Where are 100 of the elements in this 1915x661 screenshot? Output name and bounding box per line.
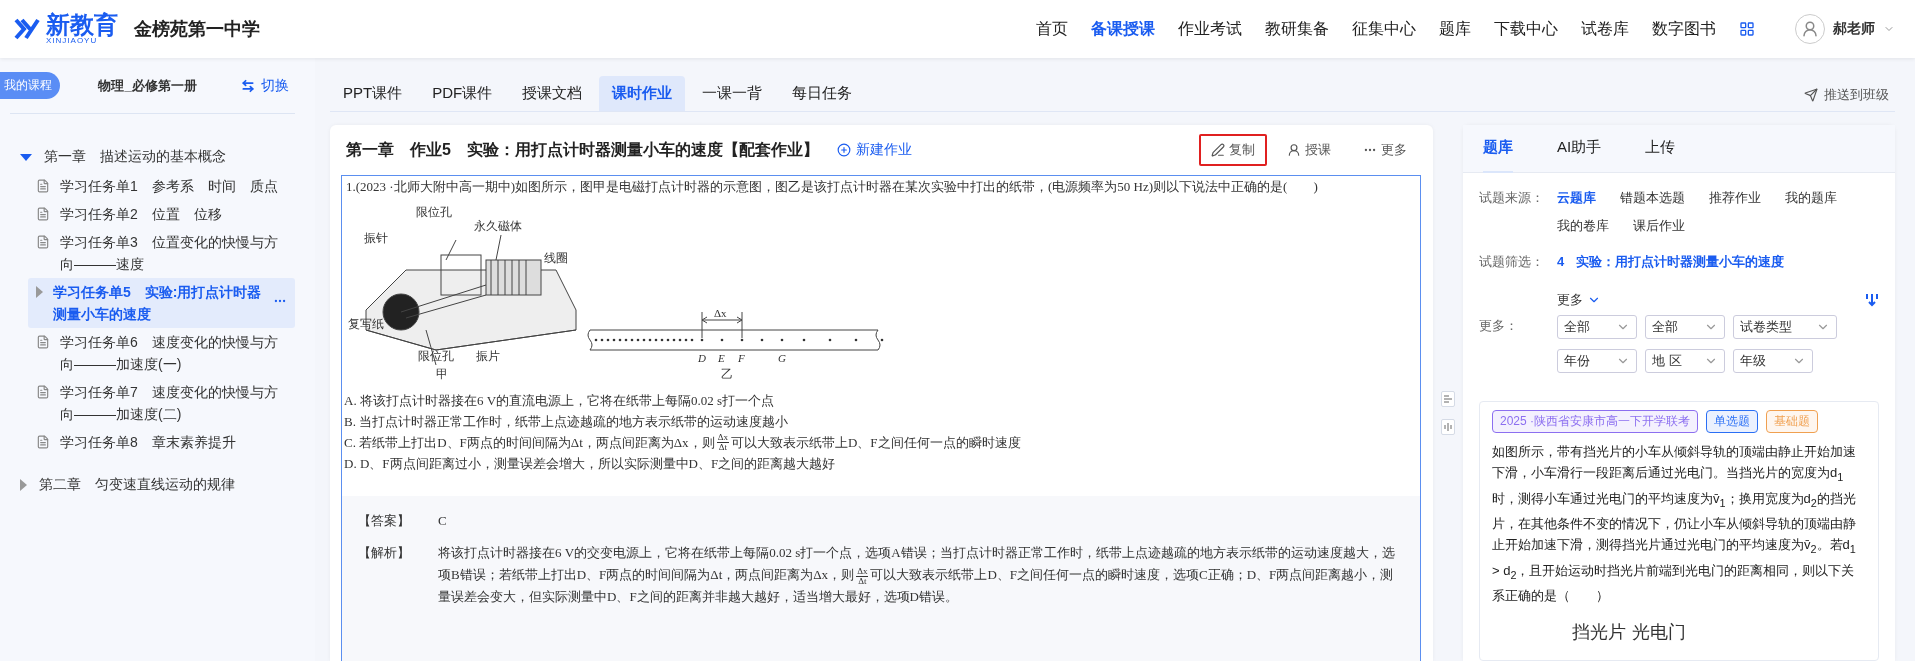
filter-label: 试题筛选： [1479,253,1545,271]
tab[interactable]: PPT课件 [330,76,416,111]
lesson-item[interactable]: 学习任务单6 速度变化的快慢与方向———加速度(一) [28,328,295,378]
filter-dropdown[interactable]: 全部 [1557,315,1637,339]
more-toggle[interactable]: 更多 [1557,291,1601,309]
tab[interactable]: 授课文档 [509,76,596,111]
school-name: 金榜苑第一中学 [134,18,260,41]
question-text: 如图所示，带有挡光片的小车从倾斜导轨的顶端由静止开始加速下滑，小车滑行一段距离后通过光电门。当挡光片的宽度为d$_{1}$时，测得小车通过光电门的平均速度为v̄$_{1}$；换用宽度为d$_{2}$的挡光片，在其他条件不变的情况下，仍让小车从倾斜导轨的顶端由静止开始加速下滑，测得挡光片通过光电门的平均速度为v̄$_{2}$。若d$_{1}$ > d$_{2}$，且开始运动时挡光片前端到光电门的距离相同，则以下关系正确的是（ ） [1492,443,1857,606]
lesson-item[interactable]: 学习任务单7 速度变化的快慢与方向———加速度(二) [28,378,295,428]
filter-dropdown[interactable]: 年级 [1733,349,1813,373]
document-icon [36,235,50,249]
filter-value: 实验：用打点计时器测量小车的速度 [1576,254,1785,269]
figure-label: 复写纸 [348,317,384,331]
document-icon [36,385,50,399]
figure-label: 振片 [476,349,500,363]
course-badge: 我的课程 [0,72,60,99]
chapter-item[interactable]: 第二章 匀变速直线运动的规律 [20,476,295,494]
panel-tab[interactable]: 上传 [1645,124,1676,173]
sort-icon[interactable] [1865,293,1879,307]
tab[interactable]: 一课一背 [689,76,776,111]
filter-dropdown[interactable]: 地 区 [1645,349,1725,373]
nav-link[interactable]: 首页 [1036,18,1068,40]
logo-icon [14,17,40,41]
apps-icon[interactable] [1739,21,1755,37]
source-option[interactable]: 我的卷库 [1557,215,1609,237]
tab[interactable]: PDF课件 [419,76,506,111]
nav-link[interactable]: 题库 [1439,18,1471,40]
swap-icon [241,78,255,93]
lesson-item[interactable]: 学习任务单1 参考系 时间 质点 [28,172,295,200]
user-name[interactable]: 郝老师 [1833,20,1875,38]
answer-option: A. 将该打点计时器接在6 V的直流电源上，它将在纸带上每隔0.02 s打一个点 [344,390,1420,411]
action-button[interactable]: 更多 [1351,134,1419,166]
chapter-item[interactable]: 第一章 描述运动的基本概念 [20,148,295,166]
switch-button[interactable]: 切换 [235,75,295,96]
person-icon [1287,143,1301,157]
brand-name: 新教育 [46,13,118,37]
send-icon [1804,88,1818,102]
point-label: F [738,352,745,364]
push-button[interactable]: 推送到班级 [1798,85,1895,105]
source-option[interactable]: 课后作业 [1633,215,1685,237]
caret-icon [36,286,43,298]
source-option[interactable]: 我的题库 [1785,187,1837,209]
answer-option: B. 当打点计时器正常工作时，纸带上点迹越疏的地方表示纸带的运动速度越小 [344,411,1420,432]
question-tag: 单选题 [1706,410,1759,433]
source-label: 试题来源： [1479,189,1545,207]
lesson-item[interactable]: 学习任务单8 章末素养提升 [28,428,295,456]
lesson-item[interactable]: 学习任务单3 位置变化的快慢与方向———速度 [28,228,295,278]
outline-toggle[interactable] [1441,391,1455,407]
new-assignment-button[interactable]: 新建作业 [830,140,918,160]
source-option[interactable]: 云题库 [1557,187,1596,209]
source-option[interactable]: 推荐作业 [1709,187,1761,209]
lesson-item[interactable]: 学习任务单2 位置 位移 [28,200,295,228]
plus-circle-icon [836,143,851,157]
answer-option: D. D、F两点间距离过小，测量误差会增大，所以实际测量中D、F之间的距离越大越好 [344,453,1420,474]
nav-link[interactable]: 下载中心 [1494,18,1558,40]
source-option[interactable]: 错题本选题 [1620,187,1685,209]
figure-label: 限位孔 [416,205,452,219]
action-button[interactable]: 复制 [1199,134,1267,166]
course-name: 物理_必修第一册 [98,76,197,95]
more-label: 更多： [1479,317,1519,335]
brand-subtitle: XINJIAOYU [46,37,98,45]
tab[interactable]: 课时作业 [599,76,686,111]
figure-caption: 乙 [721,367,733,380]
document-icon [36,435,50,449]
figure-label: 线圈 [544,251,568,265]
panel-tab[interactable]: 题库 [1483,124,1513,173]
span-label: Δx [714,310,727,319]
point-label: G [778,352,786,364]
figure-caption: 甲 [436,367,448,380]
answer-text: C [438,512,448,530]
filter-dropdown[interactable]: 年份 [1557,349,1637,373]
lesson-item[interactable]: 学习任务单5 实验:用打点计时器测量小车的速度 [28,278,295,328]
split-toggle[interactable] [1441,419,1455,435]
bars-icon [1444,423,1452,431]
nav-link[interactable]: 试卷库 [1581,18,1629,40]
pen-icon [1211,143,1225,157]
question-tag: 2025 ·陕西省安康市高一下开学联考 [1492,410,1699,433]
document-icon [36,179,50,193]
tab[interactable]: 每日任务 [779,76,866,111]
filter-dropdown[interactable]: 试卷类型 [1733,315,1837,339]
figure-label: 限位孔 [418,349,454,363]
person-icon [1801,20,1819,38]
figure-label: 挡光片 [1572,621,1626,645]
panel-tab[interactable]: AI助手 [1557,124,1602,173]
assignment-title: 第一章 作业5 实验：用打点计时器测量小车的速度【配套作业】 [346,139,819,160]
nav-link[interactable]: 作业考试 [1178,18,1242,40]
list-icon [1444,395,1452,403]
nav-link[interactable]: 备课授课 [1091,18,1155,40]
nav-link[interactable]: 教研集备 [1265,18,1329,40]
question-stem: 1.(2023 ·北师大附中高一期中)如图所示，图甲是电磁打点计时器的示意图，图乙是该打点计时器在某次实验中打出的纸带，(电源频率为50 Hz)则以下说法中正确的是( ) [346,178,1319,196]
action-button[interactable]: 授课 [1275,134,1343,166]
figure-label: 振针 [364,231,388,245]
document-icon [36,207,50,221]
figure-label: 永久磁体 [474,219,522,233]
nav-link[interactable]: 征集中心 [1352,18,1416,40]
point-label: E [718,352,725,364]
nav-link[interactable]: 数字图书 [1652,18,1716,40]
filter-dropdown[interactable]: 全部 [1645,315,1725,339]
figure-label: 光电门 [1632,621,1686,645]
question-tag: 基础题 [1766,410,1819,433]
